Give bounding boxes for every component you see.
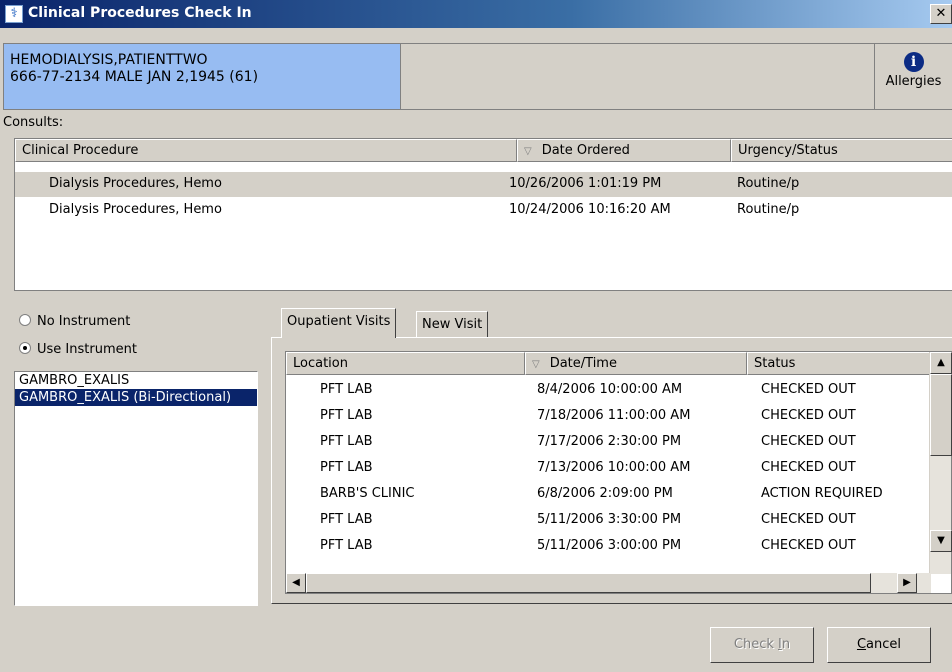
instrument-list[interactable]: GAMBRO_EXALIS GAMBRO_EXALIS (Bi-Directio…: [14, 371, 258, 606]
visit-location: BARB'S CLINIC: [320, 486, 415, 501]
patient-details: 666-77-2134 MALE JAN 2,1945 (61): [10, 69, 259, 85]
no-instrument-label: No Instrument: [37, 314, 131, 329]
visit-datetime: 7/17/2006 2:30:00 PM: [537, 434, 682, 449]
visit-datetime: 7/13/2006 10:00:00 AM: [537, 460, 691, 475]
visit-row[interactable]: PFT LAB 7/13/2006 10:00:00 AM CHECKED OU…: [286, 456, 931, 481]
caduceus-icon: ⚕: [5, 5, 23, 23]
visit-datetime: 7/18/2006 11:00:00 AM: [537, 408, 691, 423]
allergies-button[interactable]: i Allergies: [874, 43, 952, 110]
column-date-ordered[interactable]: ▽ Date Ordered: [517, 139, 731, 162]
visit-location: PFT LAB: [320, 382, 373, 397]
info-icon: i: [903, 52, 924, 72]
scroll-up-icon[interactable]: ▲: [930, 352, 952, 374]
consult-row[interactable]: Dialysis Procedures, Hemo 10/26/2006 1:0…: [15, 172, 952, 197]
check-in-button[interactable]: Check In: [710, 627, 814, 663]
patient-info-panel[interactable]: HEMODIALYSIS,PATIENTTWO 666-77-2134 MALE…: [3, 43, 401, 110]
header-spacer: [401, 43, 952, 110]
column-location[interactable]: Location: [286, 352, 525, 375]
visit-status: ACTION REQUIRED: [761, 486, 883, 501]
visit-status: CHECKED OUT: [761, 434, 856, 449]
consult-procedure: Dialysis Procedures, Hemo: [49, 202, 222, 217]
sort-arrow-icon: ▽: [532, 359, 540, 370]
tab-outpatient-visits[interactable]: Oupatient Visits: [281, 308, 397, 338]
visit-datetime: 5/11/2006 3:30:00 PM: [537, 512, 682, 527]
sort-arrow-icon: ▽: [524, 146, 532, 157]
instrument-item[interactable]: GAMBRO_EXALIS: [15, 372, 257, 389]
visit-location: PFT LAB: [320, 512, 373, 527]
visit-row[interactable]: PFT LAB 5/11/2006 3:30:00 PM CHECKED OUT: [286, 508, 931, 533]
visit-status: CHECKED OUT: [761, 382, 856, 397]
tab-new-visit[interactable]: New Visit: [416, 311, 489, 337]
visits-list[interactable]: Location ▽ Date/Time Status PFT LAB 8/4/2…: [285, 351, 952, 594]
window-title: Clinical Procedures Check In: [28, 5, 252, 21]
visit-datetime: 6/8/2006 2:09:00 PM: [537, 486, 673, 501]
scroll-down-icon[interactable]: ▼: [930, 530, 952, 552]
column-clinical-procedure[interactable]: Clinical Procedure: [15, 139, 517, 162]
consult-date: 10/24/2006 10:16:20 AM: [509, 202, 671, 217]
allergies-label: Allergies: [885, 74, 942, 89]
cancel-button[interactable]: Cancel: [827, 627, 931, 663]
consult-row[interactable]: Dialysis Procedures, Hemo 10/24/2006 10:…: [15, 198, 952, 223]
column-urgency-status[interactable]: Urgency/Status: [731, 139, 952, 162]
consult-status: Routine/p: [737, 176, 800, 191]
check-in-label-suffix: n: [781, 637, 791, 652]
visit-location: PFT LAB: [320, 538, 373, 553]
radio-icon: [19, 314, 31, 326]
use-instrument-label: Use Instrument: [37, 342, 137, 357]
horizontal-scroll-thumb[interactable]: [306, 573, 871, 593]
check-in-label-prefix: Check: [733, 637, 779, 652]
vertical-scrollbar[interactable]: ▲ ▼: [929, 352, 952, 574]
horizontal-scrollbar[interactable]: ◀ ▶: [286, 573, 931, 593]
consult-date: 10/26/2006 1:01:19 PM: [509, 176, 662, 191]
visit-row[interactable]: BARB'S CLINIC 6/8/2006 2:09:00 PM ACTION…: [286, 482, 931, 507]
consult-procedure: Dialysis Procedures, Hemo: [49, 176, 222, 191]
scroll-left-icon[interactable]: ◀: [286, 573, 306, 593]
use-instrument-radio[interactable]: Use Instrument: [19, 342, 137, 357]
column-status[interactable]: Status: [747, 352, 931, 375]
visit-row[interactable]: PFT LAB 7/17/2006 2:30:00 PM CHECKED OUT: [286, 430, 931, 455]
instrument-item-selected[interactable]: GAMBRO_EXALIS (Bi-Directional): [15, 389, 257, 406]
visit-location: PFT LAB: [320, 408, 373, 423]
cancel-accel: C: [856, 637, 867, 652]
consults-header: Clinical Procedure ▽ Date Ordered Urgency…: [15, 139, 952, 162]
consults-list[interactable]: Clinical Procedure ▽ Date Ordered Urgency…: [14, 138, 952, 291]
visit-row[interactable]: PFT LAB 7/18/2006 11:00:00 AM CHECKED OU…: [286, 404, 931, 429]
cancel-label-suffix: ancel: [866, 637, 902, 652]
scroll-right-icon[interactable]: ▶: [897, 573, 917, 593]
visits-rows: PFT LAB 8/4/2006 10:00:00 AM CHECKED OUT…: [286, 375, 931, 574]
visit-location: PFT LAB: [320, 434, 373, 449]
patient-name: HEMODIALYSIS,PATIENTTWO: [10, 52, 208, 68]
visit-status: CHECKED OUT: [761, 460, 856, 475]
visits-header: Location ▽ Date/Time Status: [286, 352, 931, 375]
visit-row[interactable]: PFT LAB 8/4/2006 10:00:00 AM CHECKED OUT: [286, 378, 931, 403]
consult-status: Routine/p: [737, 202, 800, 217]
visit-datetime: 8/4/2006 10:00:00 AM: [537, 382, 683, 397]
visit-status: CHECKED OUT: [761, 538, 856, 553]
visit-row[interactable]: PFT LAB 5/11/2006 3:00:00 PM CHECKED OUT: [286, 534, 931, 559]
radio-selected-icon: [19, 342, 31, 354]
no-instrument-radio[interactable]: No Instrument: [19, 314, 130, 329]
visit-datetime: 5/11/2006 3:00:00 PM: [537, 538, 682, 553]
vertical-scroll-thumb[interactable]: [930, 374, 952, 456]
visit-status: CHECKED OUT: [761, 512, 856, 527]
column-date-time[interactable]: ▽ Date/Time: [525, 352, 747, 375]
close-button[interactable]: ✕: [930, 4, 952, 24]
consults-label: Consults:: [3, 115, 64, 130]
visit-status: CHECKED OUT: [761, 408, 856, 423]
visit-location: PFT LAB: [320, 460, 373, 475]
title-bar: ⚕ Clinical Procedures Check In ✕: [0, 0, 952, 28]
